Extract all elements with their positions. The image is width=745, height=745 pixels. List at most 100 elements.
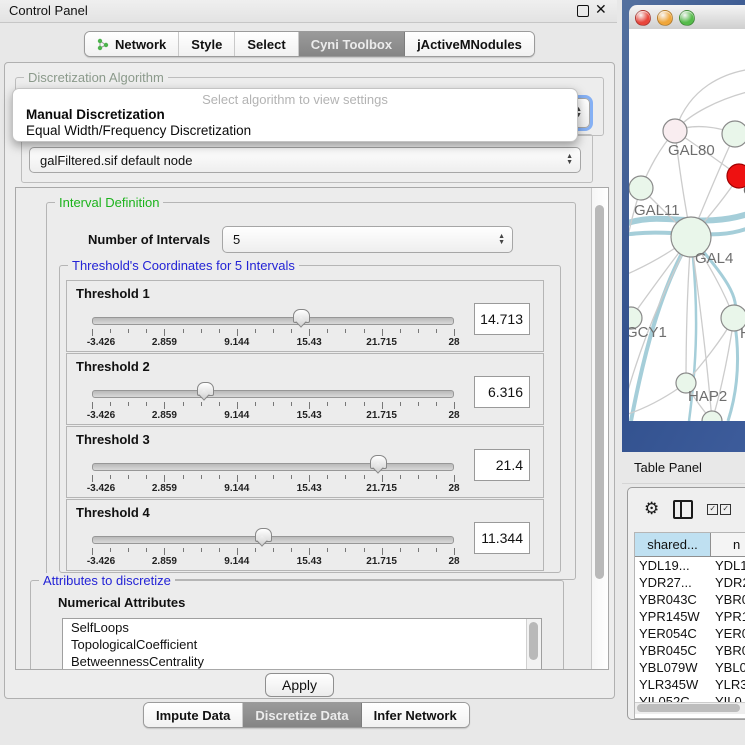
tab-style[interactable]: Style <box>179 32 235 56</box>
group-title: Attributes to discretize <box>39 573 175 588</box>
tab-jactivemnodules[interactable]: jActiveMNodules <box>405 32 534 56</box>
tab-select[interactable]: Select <box>235 32 298 56</box>
threshold-slider[interactable]: -3.4262.8599.14415.4321.71528 <box>92 530 454 568</box>
list-item[interactable]: TopologicalCoefficient <box>63 636 541 653</box>
cell-shared-name: YBL079W <box>635 659 711 676</box>
tab-cyni-toolbox[interactable]: Cyni Toolbox <box>299 32 405 56</box>
node-label: HAP2 <box>688 388 727 405</box>
num-intervals-combobox[interactable]: 5 ▲▼ <box>222 226 513 253</box>
slider-track[interactable] <box>92 536 454 544</box>
close-icon[interactable]: ✕ <box>595 1 607 18</box>
numerical-attributes-list[interactable]: SelfLoopsTopologicalCoefficientBetweenne… <box>62 618 542 670</box>
table-horizontal-scrollbar[interactable] <box>635 702 745 714</box>
network-view-window: GAL80GCGAL11GAL4GCY1HHAP2 <box>622 0 745 452</box>
tick-label: 21.715 <box>366 410 397 421</box>
scrollbar-thumb[interactable] <box>529 622 538 660</box>
slider-track[interactable] <box>92 463 454 471</box>
network-node[interactable] <box>629 176 653 200</box>
minor-tick <box>128 548 129 552</box>
minor-tick <box>436 548 437 552</box>
cell-name: YDL1 <box>711 557 745 574</box>
table-row[interactable]: YPR145WYPR1 <box>635 608 745 625</box>
minor-tick <box>345 548 346 552</box>
table-row[interactable]: YDR27...YDR2 <box>635 574 745 591</box>
minor-tick <box>291 402 292 406</box>
list-item[interactable]: BetweennessCentrality <box>63 653 541 670</box>
minor-tick <box>183 329 184 333</box>
tab-network[interactable]: Network <box>85 32 179 56</box>
settings-scrollbar[interactable] <box>591 188 608 669</box>
slider-track[interactable] <box>92 317 454 325</box>
network-edge[interactable] <box>686 237 691 383</box>
network-edge[interactable] <box>712 318 734 421</box>
tab-impute-data[interactable]: Impute Data <box>144 703 243 727</box>
network-canvas[interactable]: GAL80GCGAL11GAL4GCY1HHAP2 <box>629 29 745 421</box>
tab-infer-network[interactable]: Infer Network <box>362 703 469 727</box>
table-row[interactable]: YLR345WYLR3 <box>635 676 745 693</box>
apply-button[interactable]: Apply <box>265 673 334 697</box>
checkbox-icon[interactable]: ✓ <box>720 504 731 515</box>
table-row[interactable]: YDL19...YDL1 <box>635 557 745 574</box>
minor-tick <box>110 402 111 406</box>
network-window-titlebar[interactable] <box>629 5 745 30</box>
slider-thumb[interactable] <box>255 528 272 542</box>
slider-thumb[interactable] <box>197 382 214 396</box>
split-columns-icon[interactable] <box>673 500 693 519</box>
threshold-value-field[interactable] <box>474 449 530 481</box>
checkbox-icon[interactable]: ✓ <box>707 504 718 515</box>
scrollbar-thumb[interactable] <box>637 704 740 712</box>
network-node[interactable] <box>722 121 745 147</box>
minor-tick <box>128 402 129 406</box>
dropdown-option-equal-width[interactable]: Equal Width/Frequency Discretization <box>26 123 251 138</box>
major-tick <box>237 548 238 555</box>
slider-thumb[interactable] <box>370 455 387 469</box>
threshold-slider[interactable]: -3.4262.8599.14415.4321.71528 <box>92 384 454 422</box>
float-window-icon[interactable] <box>577 5 589 17</box>
minor-tick <box>183 402 184 406</box>
threshold-label: Threshold 2 <box>76 359 150 374</box>
network-node[interactable] <box>663 119 687 143</box>
threshold-value-field[interactable] <box>474 376 530 408</box>
scrollbar-thumb[interactable] <box>595 205 604 579</box>
minor-tick <box>255 475 256 479</box>
threshold-value-field[interactable] <box>474 303 530 335</box>
slider-thumb[interactable] <box>293 309 310 323</box>
major-tick <box>164 402 165 409</box>
tick-label: 2.859 <box>152 556 177 567</box>
tick-label: 28 <box>448 556 459 567</box>
algorithm-dropdown-popup: Select algorithm to view settings Manual… <box>12 88 578 142</box>
table-row[interactable]: YBL079WYBL0 <box>635 659 745 676</box>
close-traffic-light-icon[interactable] <box>635 10 651 26</box>
tab-discretize-data[interactable]: Discretize Data <box>243 703 361 727</box>
threshold-slider[interactable]: -3.4262.8599.14415.4321.71528 <box>92 457 454 495</box>
minor-tick <box>400 548 401 552</box>
checkbox-icons[interactable]: ✓ ✓ <box>707 504 731 515</box>
gear-icon[interactable]: ⚙ <box>644 499 659 519</box>
threshold-value-field[interactable] <box>474 522 530 554</box>
table-row[interactable]: YBR043CYBR0 <box>635 591 745 608</box>
minor-tick <box>436 329 437 333</box>
tick-label: 28 <box>448 337 459 348</box>
table-data-combobox[interactable]: galFiltered.sif default node ▲▼ <box>29 147 581 173</box>
dropdown-option-manual[interactable]: Manual Discretization <box>26 107 165 122</box>
list-item[interactable]: SelfLoops <box>63 619 541 636</box>
column-header-name[interactable]: n <box>711 533 745 556</box>
major-tick <box>382 475 383 482</box>
cell-name: YDR2 <box>711 574 745 591</box>
attributes-scrollbar[interactable] <box>526 619 541 670</box>
table-row[interactable]: YBR045CYBR0 <box>635 642 745 659</box>
threshold-slider[interactable]: -3.4262.8599.14415.4321.71528 <box>92 311 454 349</box>
network-edge-highlighted[interactable] <box>728 318 738 421</box>
slider-track[interactable] <box>92 390 454 398</box>
minor-tick <box>146 329 147 333</box>
minor-tick <box>436 475 437 479</box>
group-title: Discretization Algorithm <box>24 70 168 85</box>
column-header-shared-name[interactable]: shared... <box>635 533 711 556</box>
tick-label: 9.144 <box>224 337 249 348</box>
numerical-attributes-label: Numerical Attributes <box>58 595 185 610</box>
tick-label: 15.43 <box>297 556 322 567</box>
minor-tick <box>291 329 292 333</box>
table-row[interactable]: YER054CYER0 <box>635 625 745 642</box>
minimize-traffic-light-icon[interactable] <box>657 10 673 26</box>
zoom-traffic-light-icon[interactable] <box>679 10 695 26</box>
